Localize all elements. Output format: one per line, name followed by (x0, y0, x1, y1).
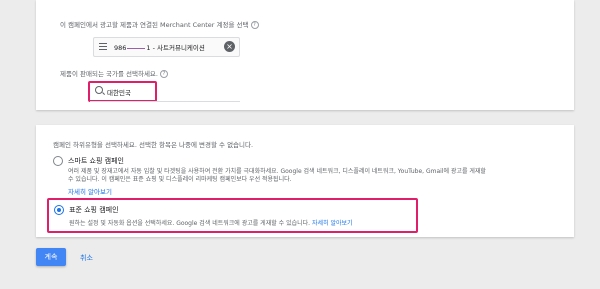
smart-shopping-learn-more-link[interactable]: 자세히 알아보기 (68, 186, 112, 196)
subtype-label: 캠페인 하위유형을 선택하세요. 선택한 항목은 나중에 변경할 수 없습니다. (53, 141, 254, 149)
merchant-center-label: 이 캠페인에서 광고할 제품과 연결된 Merchant Center 계정을 … (60, 19, 259, 29)
standard-shopping-option[interactable]: 표준 쇼핑 캠페인 원하는 설정 및 자동화 옵션을 선택하세요. Google… (47, 198, 418, 233)
campaign-subtype-card: 캠페인 하위유형을 선택하세요. 선택한 항목은 나중에 변경할 수 없습니다.… (36, 125, 574, 237)
standard-shopping-title[interactable]: 표준 쇼핑 캠페인 (69, 205, 119, 215)
account-name: 1 - 사트커뮤니케이션 (146, 44, 205, 52)
cancel-button[interactable]: 취소 (80, 253, 93, 263)
country-label: 제품이 판매되는 국가를 선택하세요.? (60, 68, 168, 78)
merchant-account-value: 986 1 - 사트커뮤니케이션 (114, 42, 205, 52)
menu-icon (99, 43, 107, 52)
merchant-account-chip[interactable]: 986 1 - 사트커뮤니케이션 × (93, 37, 240, 57)
redaction-mark (127, 47, 146, 49)
search-icon (95, 86, 103, 94)
standard-shopping-description: 원하는 설정 및 자동화 옵션을 선택하세요. Google 검색 네트워크에 … (69, 220, 311, 227)
selected-country: 대한민국 (107, 89, 131, 97)
help-icon[interactable]: ? (159, 70, 168, 78)
clear-icon[interactable]: × (224, 41, 235, 52)
country-label-text: 제품이 판매되는 국가를 선택하세요. (60, 70, 158, 78)
standard-shopping-radio[interactable] (54, 205, 64, 215)
standard-shopping-description-row: 원하는 설정 및 자동화 옵션을 선택하세요. Google 검색 네트워크에 … (69, 218, 353, 227)
smart-shopping-title[interactable]: 스마트 쇼핑 캠페인 (68, 156, 124, 166)
divider (90, 101, 240, 102)
continue-button[interactable]: 계속 (36, 248, 66, 266)
merchant-country-card: 이 캠페인에서 광고할 제품과 연결된 Merchant Center 계정을 … (36, 0, 574, 110)
account-id-prefix: 986 (114, 44, 127, 52)
smart-shopping-radio[interactable] (53, 156, 63, 166)
help-icon[interactable]: ? (250, 21, 259, 29)
standard-shopping-learn-more-link[interactable]: 자세히 알아보기 (312, 220, 353, 227)
smart-shopping-description: 여러 제품 및 장재고에서 자동 입찰 및 타겟팅을 사용하여 전환 가치를 극… (68, 168, 486, 183)
merchant-center-label-text: 이 캠페인에서 광고할 제품과 연결된 Merchant Center 계정을 … (60, 21, 249, 29)
country-search-field[interactable]: 대한민국 (88, 81, 157, 102)
